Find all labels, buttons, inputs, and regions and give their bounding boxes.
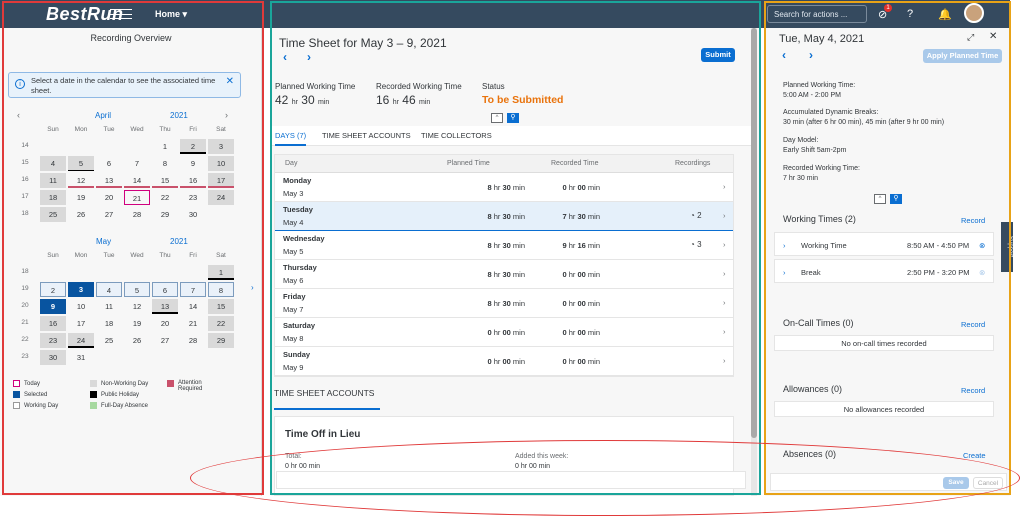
annotation-box-middle xyxy=(270,1,761,495)
annotation-ellipse xyxy=(190,440,1020,516)
annotation-box-right xyxy=(764,1,1011,495)
annotation-box-left xyxy=(2,1,264,495)
